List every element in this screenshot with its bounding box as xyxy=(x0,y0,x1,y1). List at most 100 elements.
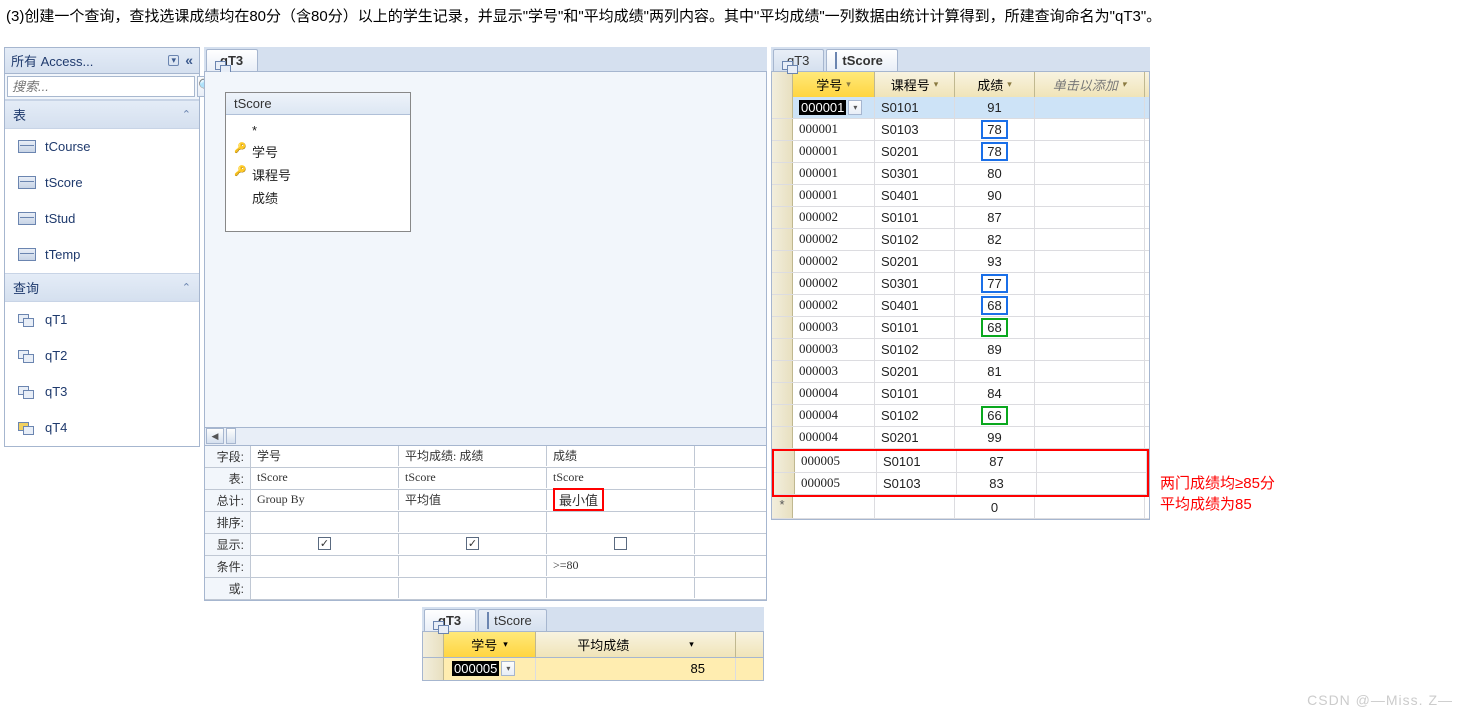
course-cell[interactable]: S0101 xyxy=(875,383,955,404)
nav-table-tstud[interactable]: tStud xyxy=(5,201,199,237)
course-cell[interactable]: S0201 xyxy=(875,361,955,382)
row-selector[interactable] xyxy=(772,251,793,272)
result-data-row[interactable]: 000005▾ 85 xyxy=(422,658,764,681)
tab-tscore-result[interactable]: tScore xyxy=(478,609,547,631)
show-cell-1[interactable]: ✓ xyxy=(399,534,547,554)
row-selector[interactable] xyxy=(772,185,793,206)
id-cell[interactable]: 000003 xyxy=(793,317,875,338)
score-cell[interactable]: 68 xyxy=(955,295,1035,316)
id-cell[interactable]: 000005 xyxy=(795,451,877,472)
show-cell-0[interactable]: ✓ xyxy=(251,534,399,554)
row-selector[interactable] xyxy=(423,658,444,680)
scroll-left-icon[interactable]: ◀ xyxy=(206,428,224,444)
nav-query-qt4[interactable]: qT4 xyxy=(5,410,199,446)
dropdown-icon[interactable]: ▾ xyxy=(846,79,851,90)
field-course-id[interactable]: 课程号 xyxy=(230,163,406,186)
total-cell-2[interactable]: 最小值 xyxy=(547,490,695,510)
select-all-cell[interactable] xyxy=(772,72,793,97)
add-cell[interactable] xyxy=(1035,163,1145,184)
row-selector[interactable] xyxy=(772,427,793,448)
course-cell[interactable]: S0101 xyxy=(875,207,955,228)
course-cell[interactable]: S0102 xyxy=(875,405,955,426)
table-row[interactable]: 000002S040168 xyxy=(772,295,1149,317)
row-selector[interactable] xyxy=(772,141,793,162)
course-cell[interactable]: S0101 xyxy=(875,97,955,118)
nav-query-qt2[interactable]: qT2 xyxy=(5,338,199,374)
tables-section-header[interactable]: 表 ⌃ xyxy=(5,100,199,129)
criteria-cell-2[interactable]: >=80 xyxy=(547,556,695,576)
dropdown-icon[interactable]: ▾ xyxy=(1122,79,1127,90)
add-cell[interactable] xyxy=(1035,141,1145,162)
score-cell[interactable]: 80 xyxy=(955,163,1035,184)
course-cell[interactable]: S0401 xyxy=(875,185,955,206)
table-row[interactable]: 000003S020181 xyxy=(772,361,1149,383)
score-cell[interactable]: 87 xyxy=(957,451,1037,472)
row-selector[interactable] xyxy=(774,473,795,494)
tab-qt3-ds[interactable]: qT3 xyxy=(773,49,824,71)
nav-filter-dropdown-icon[interactable]: ▾ xyxy=(168,55,179,66)
score-cell[interactable]: 78 xyxy=(955,141,1035,162)
add-cell[interactable] xyxy=(1037,473,1147,494)
field-student-id[interactable]: 学号 xyxy=(230,140,406,163)
sort-cell-1[interactable] xyxy=(399,512,547,532)
col-header-course[interactable]: 课程号▾ xyxy=(875,72,955,97)
id-cell[interactable]: 000001 xyxy=(793,163,875,184)
add-cell[interactable] xyxy=(1035,229,1145,250)
dropdown-icon[interactable]: ▾ xyxy=(934,79,939,90)
row-selector[interactable] xyxy=(772,163,793,184)
course-cell[interactable]: S0101 xyxy=(875,317,955,338)
id-cell[interactable]: 000001 xyxy=(793,141,875,162)
course-cell[interactable]: S0201 xyxy=(875,251,955,272)
score-cell[interactable]: 93 xyxy=(955,251,1035,272)
total-cell-1[interactable]: 平均值 xyxy=(399,490,547,510)
horizontal-scrollbar[interactable]: ◀ xyxy=(204,428,767,446)
tab-qt3[interactable]: qT3 xyxy=(206,49,258,71)
row-selector[interactable] xyxy=(772,97,793,118)
table-relationship-area[interactable]: tScore * 学号 课程号 成绩 xyxy=(204,72,767,428)
score-cell[interactable]: 87 xyxy=(955,207,1035,228)
add-cell[interactable] xyxy=(1035,97,1145,118)
add-cell[interactable] xyxy=(1035,207,1145,228)
course-cell[interactable]: S0101 xyxy=(877,451,957,472)
nav-query-qt3[interactable]: qT3 xyxy=(5,374,199,410)
table-row[interactable]: 000003S010168 xyxy=(772,317,1149,339)
col-header-result-avg[interactable]: 平均成绩▾ xyxy=(536,632,736,657)
id-cell[interactable]: 000002 xyxy=(793,207,875,228)
table-row[interactable]: 000004S020199 xyxy=(772,427,1149,449)
course-cell[interactable]: S0201 xyxy=(875,141,955,162)
show-cell-2[interactable] xyxy=(547,534,695,554)
add-cell[interactable] xyxy=(1035,339,1145,360)
add-cell[interactable] xyxy=(1035,185,1145,206)
add-cell[interactable] xyxy=(1035,361,1145,382)
sort-cell-2[interactable] xyxy=(547,512,695,532)
col-header-result-id[interactable]: 学号▾ xyxy=(444,632,536,657)
add-cell[interactable] xyxy=(1035,273,1145,294)
nav-table-tcourse[interactable]: tCourse xyxy=(5,129,199,165)
or-cell-0[interactable] xyxy=(251,578,399,598)
new-row[interactable]: *0 xyxy=(772,497,1149,519)
add-cell[interactable] xyxy=(1035,427,1145,448)
scroll-thumb[interactable] xyxy=(226,428,236,444)
add-cell[interactable] xyxy=(1035,405,1145,426)
score-cell[interactable]: 90 xyxy=(955,185,1035,206)
id-cell[interactable]: 000005 xyxy=(795,473,877,494)
id-cell[interactable]: 000004 xyxy=(793,405,875,426)
course-cell[interactable]: S0102 xyxy=(875,339,955,360)
checkbox-icon[interactable] xyxy=(614,537,627,550)
row-selector[interactable] xyxy=(772,273,793,294)
field-cell-1[interactable]: 平均成绩: 成绩 xyxy=(399,446,547,466)
source-table-box[interactable]: tScore * 学号 课程号 成绩 xyxy=(225,92,411,232)
course-cell[interactable]: S0301 xyxy=(875,273,955,294)
tab-qt3-result[interactable]: qT3 xyxy=(424,609,476,631)
score-cell[interactable]: 78 xyxy=(955,119,1035,140)
table-row[interactable]: 000004S010184 xyxy=(772,383,1149,405)
or-cell-1[interactable] xyxy=(399,578,547,598)
course-cell[interactable]: S0103 xyxy=(875,119,955,140)
table-row[interactable]: 000001S030180 xyxy=(772,163,1149,185)
course-cell[interactable]: S0301 xyxy=(875,163,955,184)
or-cell-2[interactable] xyxy=(547,578,695,598)
col-header-id[interactable]: 学号▾ xyxy=(793,72,875,97)
course-cell[interactable]: S0401 xyxy=(875,295,955,316)
sort-cell-0[interactable] xyxy=(251,512,399,532)
row-selector[interactable] xyxy=(772,405,793,426)
